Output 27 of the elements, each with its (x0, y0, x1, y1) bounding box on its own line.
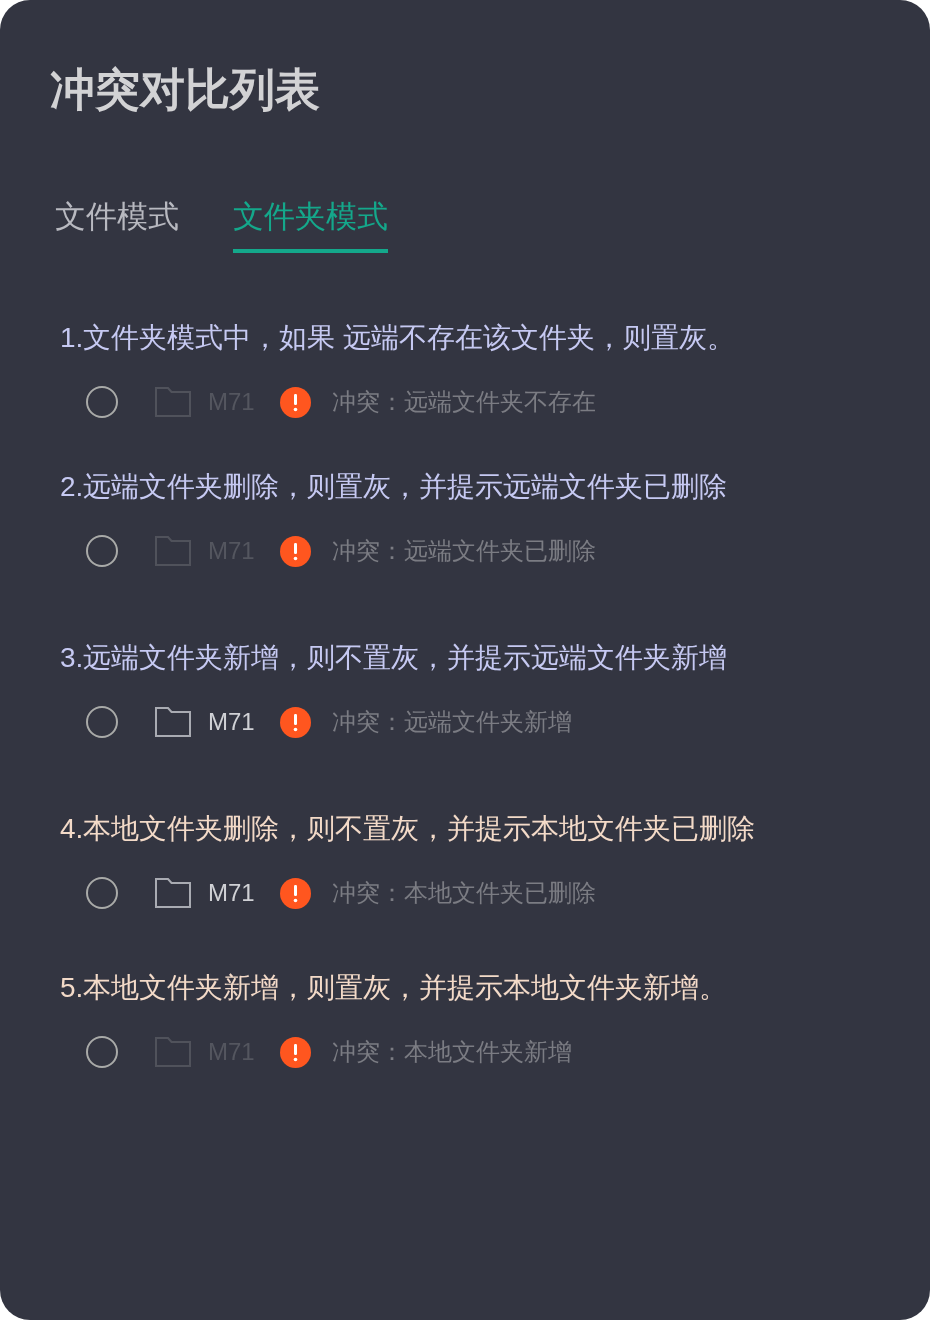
panel-title: 冲突对比列表 (50, 63, 320, 117)
folder-name: M71 (208, 707, 255, 737)
alert-icon (279, 1036, 311, 1068)
conflict-message: 冲突：远端文件夹新增 (331, 708, 572, 737)
alert-icon (279, 706, 311, 738)
radio-button[interactable] (86, 877, 118, 909)
rule-description: 3.远端文件夹新增，则不置灰，并提示远端文件夹新增 (60, 641, 728, 675)
rule-description: 1.文件夹模式中，如果 远端不存在该文件夹，则置灰。 (60, 321, 736, 355)
conflict-message: 冲突：本地文件夹新增 (331, 1038, 572, 1067)
alert-icon (279, 386, 311, 418)
folder-icon (155, 536, 191, 566)
rule-description: 4.本地文件夹删除，则不置灰，并提示本地文件夹已删除 (60, 812, 756, 846)
folder-icon (155, 387, 191, 417)
alert-icon (279, 535, 311, 567)
tab[interactable]: 文件夹模式 (233, 197, 388, 253)
conflict-message: 冲突：本地文件夹已删除 (331, 879, 596, 908)
folder-icon (155, 707, 191, 737)
conflict-message: 冲突：远端文件夹已删除 (331, 537, 596, 566)
rule-description: 2.远端文件夹删除，则置灰，并提示远端文件夹已删除 (60, 470, 728, 504)
folder-name: M71 (208, 878, 255, 908)
radio-button[interactable] (86, 706, 118, 738)
alert-icon (279, 877, 311, 909)
conflict-message: 冲突：远端文件夹不存在 (331, 388, 596, 417)
folder-icon (155, 878, 191, 908)
folder-icon (155, 1037, 191, 1067)
tab[interactable]: 文件模式 (55, 197, 179, 253)
rule-description: 5.本地文件夹新增，则置灰，并提示本地文件夹新增。 (60, 971, 728, 1005)
